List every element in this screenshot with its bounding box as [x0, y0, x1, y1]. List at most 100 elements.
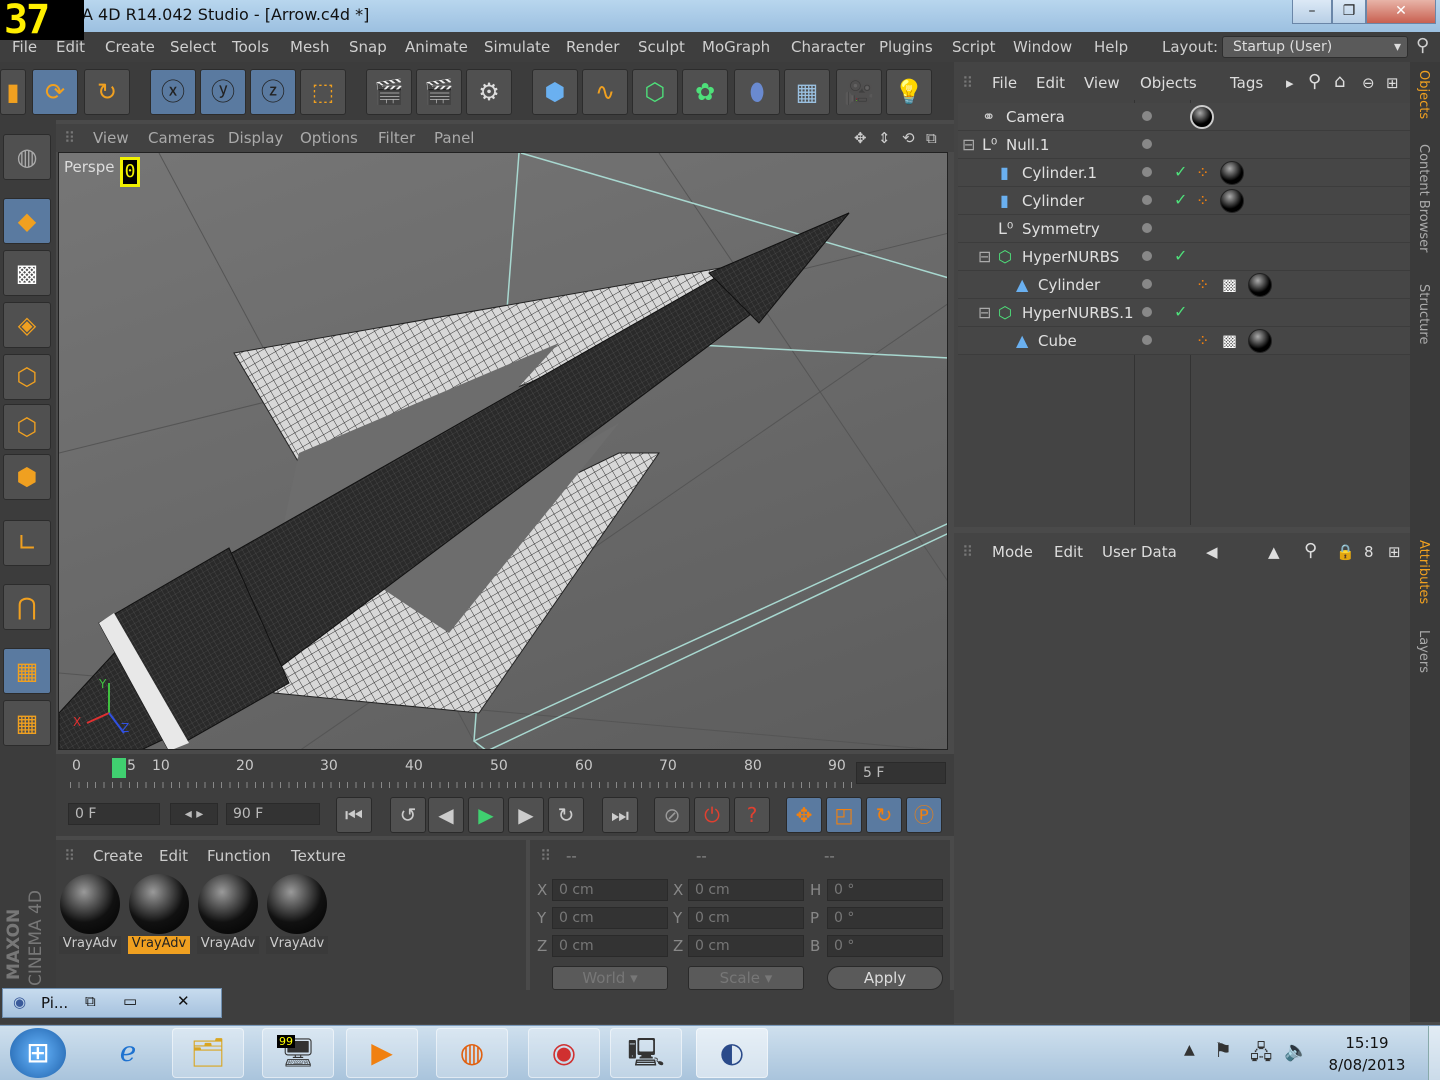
object-row-cylinder[interactable]: ▮ Cylinder ✓ ⁘ — [958, 187, 1410, 215]
material-swatch[interactable]: VrayAdv — [128, 874, 190, 954]
material-tag-icon[interactable] — [1220, 189, 1244, 213]
search-icon[interactable]: ⚲ — [1416, 35, 1429, 56]
restore-icon[interactable]: ⧉ — [85, 992, 96, 1010]
workplane-lock-icon[interactable]: ▦ — [3, 648, 51, 694]
volume-icon[interactable]: 🔈 — [1284, 1038, 1309, 1062]
viewport-menu-cameras[interactable]: Cameras — [148, 129, 215, 147]
phong-tag-icon[interactable]: ⁘ — [1196, 275, 1209, 294]
network-icon[interactable]: 🖧 — [1250, 1038, 1272, 1072]
parameter-key-icon[interactable]: Ⓟ — [906, 797, 942, 833]
menu-simulate[interactable]: Simulate — [484, 38, 550, 56]
menu-help[interactable]: Help — [1094, 38, 1128, 56]
obj-menu-edit[interactable]: Edit — [1036, 74, 1065, 92]
uvw-tag-icon[interactable]: ▩ — [1222, 331, 1237, 350]
collapse-icon[interactable]: ⊟ — [962, 135, 975, 154]
material-swatch[interactable]: VrayAdv — [59, 874, 121, 954]
enabled-check-icon[interactable]: ✓ — [1174, 190, 1187, 209]
light-icon[interactable]: 💡 — [886, 69, 932, 115]
mograph-cloner-icon[interactable]: ✿ — [682, 69, 728, 115]
phong-tag-icon[interactable]: ⁘ — [1196, 191, 1209, 210]
3d-viewport[interactable]: Perspe 0 Y X Z — [58, 152, 948, 750]
tab-objects[interactable]: Objects — [1416, 70, 1431, 119]
attr-menu-edit[interactable]: Edit — [1054, 543, 1083, 561]
coordinate-system-icon[interactable]: ⬚ — [300, 69, 346, 115]
mat-menu-edit[interactable]: Edit — [159, 847, 188, 865]
visibility-dot[interactable] — [1142, 139, 1152, 149]
scale-select[interactable]: Scale ▾ — [688, 966, 804, 990]
menu-create[interactable]: Create — [105, 38, 155, 56]
object-row-null1[interactable]: ⊟ L⁰ Null.1 — [958, 131, 1410, 159]
obj-menu-file[interactable]: File — [992, 74, 1017, 92]
minimize-button[interactable]: – — [1292, 0, 1332, 24]
menu-animate[interactable]: Animate — [405, 38, 468, 56]
menu-mesh[interactable]: Mesh — [290, 38, 330, 56]
texture-mode-icon[interactable]: ▩ — [3, 250, 51, 296]
material-tag-icon[interactable] — [1248, 329, 1272, 353]
tab-content-browser[interactable]: Content Browser — [1416, 144, 1431, 253]
toggle-view-icon[interactable]: ⧉ — [926, 129, 937, 147]
render-picture-viewer-icon[interactable]: 🎬 — [416, 69, 462, 115]
home-icon[interactable]: ⌂ — [1334, 71, 1345, 92]
material-swatch[interactable]: VrayAdv — [197, 874, 259, 954]
object-row-camera[interactable]: ⚭ Camera — [958, 103, 1410, 131]
computer-icon[interactable]: 🖥 99 — [262, 1028, 334, 1078]
object-row-cylinder1[interactable]: ▮ Cylinder.1 ✓ ⁘ — [958, 159, 1410, 187]
mat-menu-texture[interactable]: Texture — [291, 847, 346, 865]
viewport-menu-view[interactable]: View — [93, 129, 129, 147]
object-row-hypernurbs[interactable]: ⊟ ⬡ HyperNURBS ✓ — [958, 243, 1410, 271]
rotate-view-icon[interactable]: ⟲ — [902, 129, 915, 147]
menu-window[interactable]: Window — [1013, 38, 1072, 56]
object-row-cube[interactable]: ▲ Cube ⁘ ▩ — [958, 327, 1410, 355]
obj-menu-objects[interactable]: Objects — [1140, 74, 1197, 92]
camera-tag-icon[interactable] — [1190, 105, 1214, 129]
obj-menu-view[interactable]: View — [1084, 74, 1120, 92]
internet-explorer-icon[interactable]: ℯ — [92, 1028, 164, 1078]
apply-button[interactable]: Apply — [827, 966, 943, 990]
layout-select[interactable]: Startup (User) ▾ — [1222, 36, 1408, 58]
nurbs-icon[interactable]: ⬡ — [632, 69, 678, 115]
prev-key-icon[interactable]: ↺ — [390, 797, 426, 833]
cube-primitive-icon[interactable]: ⬢ — [532, 69, 578, 115]
search-icon[interactable]: ⚲ — [1304, 540, 1317, 561]
spline-icon[interactable]: ∿ — [582, 69, 628, 115]
flag-icon[interactable]: ⚑ — [1214, 1038, 1232, 1062]
mat-menu-function[interactable]: Function — [207, 847, 271, 865]
tab-layers[interactable]: Layers — [1416, 630, 1431, 673]
scale-key-icon[interactable]: ◰ — [826, 797, 862, 833]
visibility-dot[interactable] — [1142, 335, 1152, 345]
tab-structure[interactable]: Structure — [1416, 284, 1431, 344]
attr-menu-user-data[interactable]: User Data — [1102, 543, 1177, 561]
zoom-view-icon[interactable]: ⇕ — [878, 129, 891, 147]
position-z-field[interactable]: 0 cm — [552, 935, 668, 957]
menu-select[interactable]: Select — [170, 38, 216, 56]
close-icon[interactable]: ✕ — [177, 992, 190, 1010]
material-swatch[interactable]: VrayAdv — [266, 874, 328, 954]
viewport-menu-panel[interactable]: Panel — [434, 129, 474, 147]
visibility-dot[interactable] — [1142, 195, 1152, 205]
uvw-tag-icon[interactable]: ▩ — [1222, 275, 1237, 294]
collapse-icon[interactable]: ⊟ — [978, 303, 991, 322]
visibility-dot[interactable] — [1142, 167, 1152, 177]
rotation-b-field[interactable]: 0 ° — [827, 935, 943, 957]
points-mode-icon[interactable]: ⬡ — [3, 354, 51, 400]
start-button[interactable]: ⊞ — [10, 1028, 66, 1078]
viewport-menu-display[interactable]: Display — [228, 129, 283, 147]
show-desktop-button[interactable] — [1428, 1026, 1440, 1080]
menu-script[interactable]: Script — [952, 38, 996, 56]
rotate-tool-icon[interactable]: ↻ — [84, 69, 130, 115]
prev-frame-icon[interactable]: ◀ — [428, 797, 464, 833]
new-panel-icon[interactable]: ⊞ — [1388, 543, 1401, 561]
close-button[interactable]: ✕ — [1366, 0, 1436, 24]
media-player-icon[interactable]: ▶ — [346, 1028, 418, 1078]
visibility-dot[interactable] — [1142, 223, 1152, 233]
y-axis-lock-icon[interactable]: ⓨ — [200, 69, 246, 115]
menu-render[interactable]: Render — [566, 38, 619, 56]
floor-icon[interactable]: ▦ — [784, 69, 830, 115]
link-icon[interactable]: ⊖ — [1362, 74, 1375, 92]
maximize-button[interactable]: ❐ — [1332, 0, 1366, 24]
end-frame-field[interactable]: 90 F — [226, 803, 320, 825]
material-tag-icon[interactable] — [1248, 273, 1272, 297]
enabled-check-icon[interactable]: ✓ — [1174, 162, 1187, 181]
menu-plugins[interactable]: Plugins — [879, 38, 933, 56]
scale-y-field[interactable]: 0 cm — [688, 907, 804, 929]
